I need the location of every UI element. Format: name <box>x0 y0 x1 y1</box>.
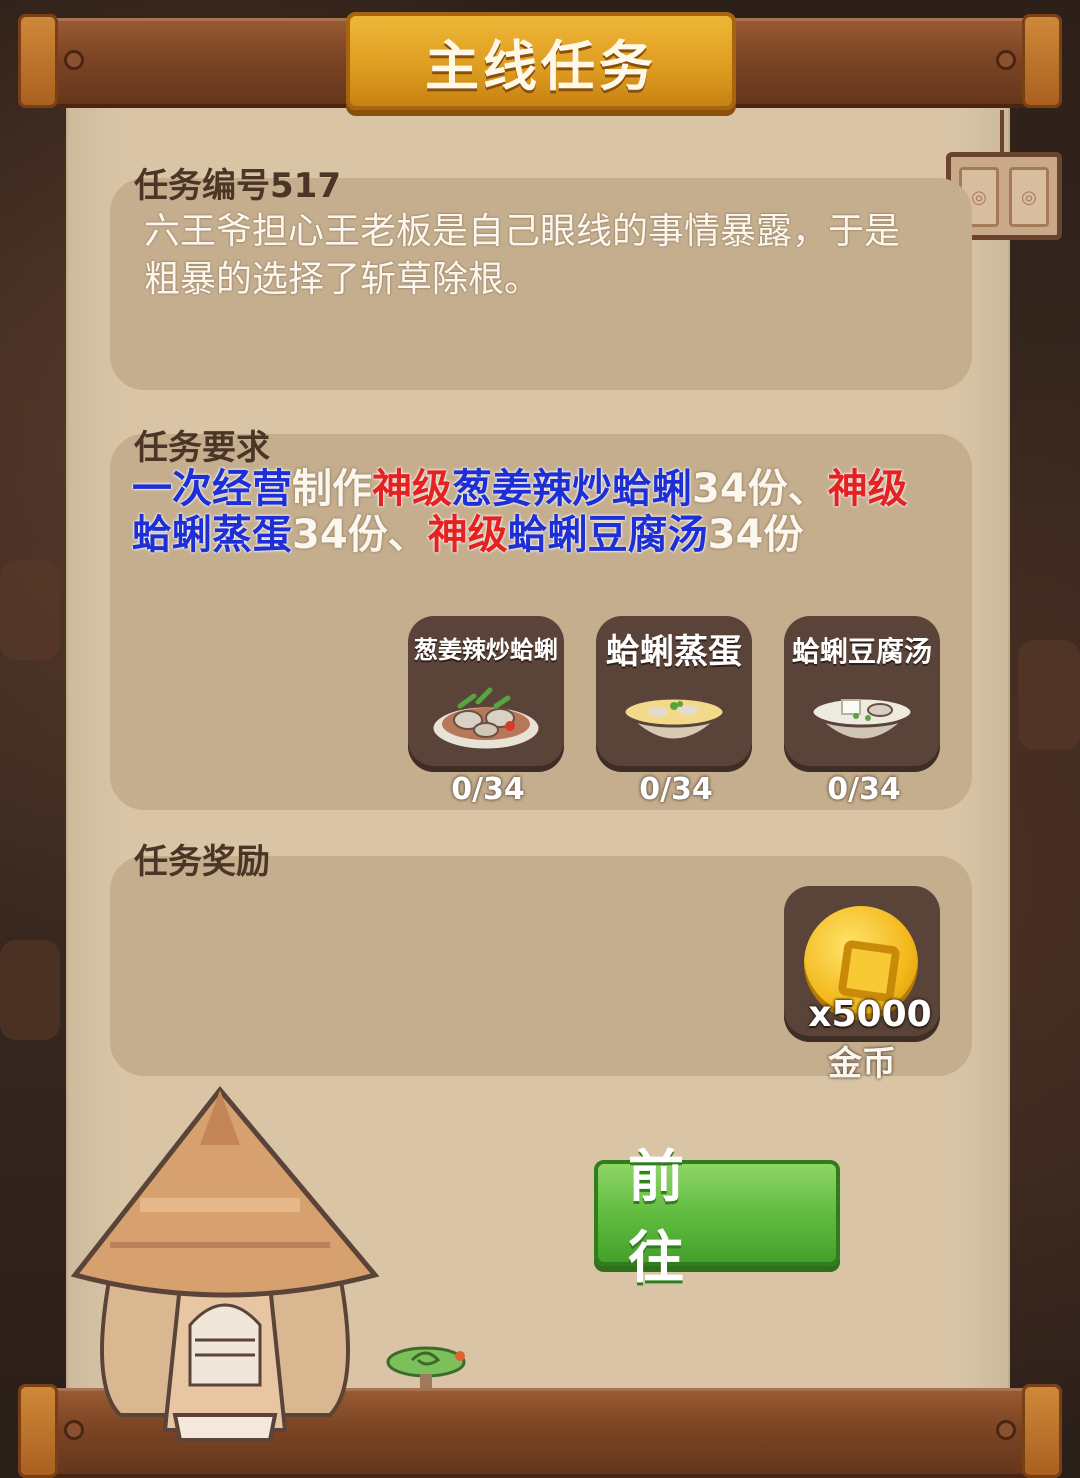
background-button-left-2 <box>0 940 60 1040</box>
go-button-label: 前 往 <box>628 1145 714 1291</box>
req-seg-10: 34份 <box>707 512 804 558</box>
reward-quantity: x5000 <box>808 994 932 1035</box>
dialog-title: 主线任务 <box>425 34 657 98</box>
item-name: 葱姜辣炒蛤蜊 <box>414 636 558 664</box>
req-seg-2: 神级 <box>372 466 452 512</box>
requirements-text: 一次经营制作神级葱姜辣炒蛤蜊34份、神级蛤蜊蒸蛋34份、神级蛤蜊豆腐汤34份 <box>132 466 932 558</box>
requirements-label: 任务要求 <box>134 428 270 468</box>
req-seg-0: 一次经营 <box>132 466 292 512</box>
reward-name: 金币 <box>828 1044 896 1084</box>
req-seg-9: 蛤蜊豆腐汤 <box>507 512 708 558</box>
req-seg-3: 葱姜辣炒蛤蜊 <box>452 466 692 512</box>
steamed-egg-clams-icon <box>620 696 728 742</box>
background-button-left <box>0 560 60 660</box>
title-plaque: 主线任务 <box>346 12 736 110</box>
req-seg-4: 34份、 <box>692 466 828 512</box>
req-seg-7: 34份、 <box>292 512 428 558</box>
requirement-item-clam-tofu-soup[interactable]: 蛤蜊豆腐汤 <box>784 616 940 772</box>
sign-string <box>1000 110 1004 154</box>
req-seg-1: 制作 <box>292 466 372 512</box>
go-button[interactable]: 前 往 <box>594 1145 840 1291</box>
clam-tofu-soup-icon <box>808 696 916 742</box>
item-progress: 0/34 <box>451 772 525 807</box>
snail-icon <box>386 1346 466 1388</box>
requirement-item-steamed-egg-clams[interactable]: 蛤蜊蒸蛋 <box>596 616 752 772</box>
bamboo-hat-character-icon <box>70 1086 380 1442</box>
background-button-right <box>1018 640 1080 750</box>
req-seg-8: 神级 <box>427 512 508 558</box>
req-seg-6: 蛤蜊蒸蛋 <box>132 512 292 558</box>
item-name: 蛤蜊蒸蛋 <box>606 632 742 672</box>
task-id-label: 任务编号517 <box>134 166 341 206</box>
item-progress: 0/34 <box>827 772 901 807</box>
stir-fried-clams-icon <box>430 687 542 752</box>
requirement-item-stir-fried-clams[interactable]: 葱姜辣炒蛤蜊 <box>408 616 564 772</box>
task-description: 六王爷担心王老板是自己眼线的事情暴露，于是粗暴的选择了斩草除根。 <box>144 211 901 300</box>
item-name: 蛤蜊豆腐汤 <box>791 635 932 668</box>
item-progress: 0/34 <box>639 772 713 807</box>
rewards-label: 任务奖励 <box>134 842 270 882</box>
req-seg-5: 神级 <box>827 466 908 512</box>
